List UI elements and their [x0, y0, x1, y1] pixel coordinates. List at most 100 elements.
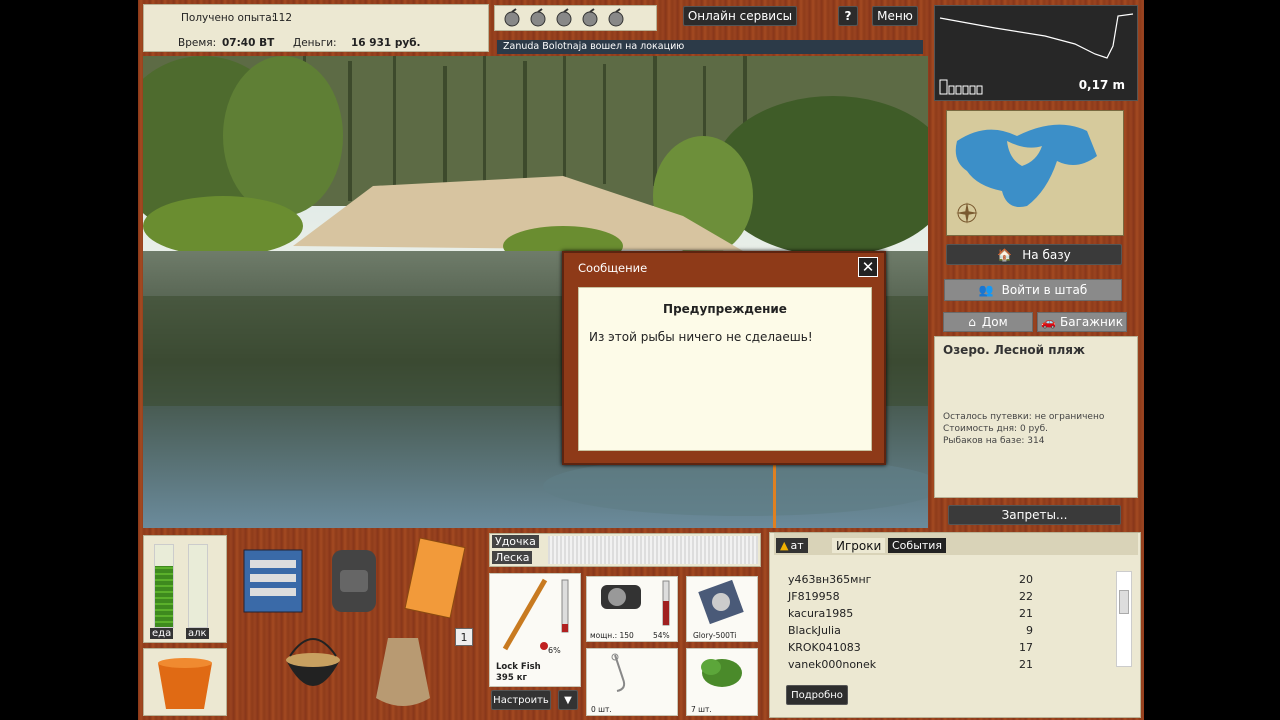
rod-name: Lock Fish	[496, 662, 541, 672]
home-icon: ⌂	[968, 315, 976, 329]
reel-icon	[601, 580, 670, 626]
bait-card[interactable]: 7 шт.	[686, 648, 758, 716]
player-name: KROK041083	[788, 641, 861, 654]
bait-herb-icon	[701, 659, 742, 687]
fishing-line	[773, 465, 776, 528]
player-name: JF819958	[788, 590, 840, 603]
player-name: у463вн365мнг	[788, 573, 872, 586]
bucket-icon	[158, 658, 212, 709]
people-icon: 👥	[978, 283, 994, 297]
details-button[interactable]: Подробно	[786, 685, 848, 705]
slot-number[interactable]: 1	[455, 628, 473, 646]
player-level: 22	[1019, 590, 1033, 603]
bait-count: 7 шт.	[691, 705, 712, 714]
tension-panel: Удочка Леска	[489, 533, 761, 567]
online-services-button[interactable]: Онлайн сервисы	[683, 6, 797, 26]
trunk-button[interactable]: 🚗 Багажник	[1037, 312, 1127, 332]
enter-hq-label: Войти в штаб	[1001, 283, 1088, 297]
reel-card[interactable]: мощн.: 150 54%	[586, 576, 678, 642]
fishers-count: Рыбаков на базе: 314	[943, 436, 1045, 446]
player-row[interactable]: BlackJulia 9	[788, 624, 1033, 637]
tab-events[interactable]: События	[888, 538, 947, 553]
notebook-icon[interactable]	[402, 537, 468, 621]
food-bar	[154, 544, 174, 628]
lake-map[interactable]	[946, 110, 1124, 236]
depth-sonar: 0,17 m	[934, 5, 1138, 101]
player-row[interactable]: у463вн365мнг 20	[788, 573, 1033, 586]
hook-icon[interactable]	[527, 8, 549, 28]
hooks-card[interactable]: 0 шт.	[586, 648, 678, 716]
exp-value: 112	[272, 12, 293, 24]
rod-weight: 395 кг	[496, 673, 527, 683]
player-level: 17	[1019, 641, 1033, 654]
bans-button[interactable]: Запреты...	[948, 505, 1121, 525]
trunk-label: Багажник	[1060, 315, 1123, 329]
line-label: Леска	[492, 551, 533, 564]
backpack-icon[interactable]	[326, 540, 382, 619]
reel-power: мощн.: 150	[590, 631, 634, 640]
depth-value: 0,17 m	[1078, 78, 1125, 92]
dialog-heading: Предупреждение	[663, 302, 787, 316]
location-title: Озеро. Лесной пляж	[943, 343, 1085, 357]
to-base-label: На базу	[1022, 247, 1071, 262]
menu-button[interactable]: Меню	[872, 6, 918, 26]
tab-chat-label: ат	[790, 539, 804, 552]
hooks-count: 0 шт.	[591, 705, 612, 714]
cauldron-icon[interactable]	[280, 626, 346, 709]
warning-icon: ▲	[780, 539, 789, 552]
hook-icon[interactable]	[605, 8, 627, 28]
dialog-text: Из этой рыбы ничего не сделаешь!	[589, 330, 813, 344]
status-bars: еда алк	[143, 535, 227, 643]
player-stats-panel: Получено опыта: 112 Время: 07:40 ВТ День…	[143, 4, 489, 52]
location-notice: Zanuda Bolotnaja вошел на локацию	[497, 40, 923, 54]
reel-percent: 54%	[653, 631, 670, 640]
line-card[interactable]: Glory-500Ti	[686, 576, 758, 642]
alc-label: алк	[186, 628, 209, 639]
player-row[interactable]: vanek000nonek 21	[788, 658, 1033, 669]
chat-panel: ▲ ат Игроки События у463вн365мнг 20 JF81995…	[769, 532, 1141, 718]
time-value: 07:40 ВТ	[222, 37, 275, 49]
dropdown-button[interactable]: ▼	[558, 690, 578, 710]
tension-bars	[548, 536, 758, 564]
day-cost: Стоимость дня: 0 руб.	[943, 424, 1048, 434]
tackle-slots	[494, 5, 657, 31]
hook-icon[interactable]	[553, 8, 575, 28]
player-row[interactable]: KROK041083 17	[788, 641, 1033, 654]
players-scrollbar[interactable]	[1116, 571, 1132, 667]
hook-icon[interactable]	[579, 8, 601, 28]
tackle-box-icon[interactable]	[240, 540, 306, 617]
player-row[interactable]: JF819958 22	[788, 590, 1033, 603]
configure-button[interactable]: Настроить	[491, 690, 551, 710]
rod-label: Удочка	[492, 535, 539, 548]
line-name: Glory-500Ti	[693, 631, 737, 640]
tab-chat[interactable]: ▲ ат	[776, 538, 808, 553]
player-name: kacura1985	[788, 607, 854, 620]
home-label: Дом	[981, 315, 1008, 329]
food-label: еда	[150, 628, 174, 639]
player-name: vanek000nonek	[788, 658, 877, 669]
help-button[interactable]: ?	[838, 6, 858, 26]
player-level: 21	[1019, 607, 1033, 620]
close-icon[interactable]: ✕	[858, 257, 878, 277]
enter-hq-button[interactable]: 👥 Войти в штаб	[944, 279, 1122, 301]
rod-percent: 6%	[548, 646, 561, 655]
chat-tabs	[774, 533, 1138, 555]
player-row[interactable]: kacura1985 21	[788, 607, 1033, 620]
home-button[interactable]: ⌂ Дом	[943, 312, 1033, 332]
player-level: 20	[1019, 573, 1033, 586]
sack-icon[interactable]	[368, 628, 438, 713]
house-icon: 🏠	[997, 247, 1013, 262]
dialog-title: Сообщение	[578, 261, 648, 275]
player-level: 21	[1019, 658, 1033, 669]
dialog-body: Предупреждение Из этой рыбы ничего не сд…	[578, 287, 872, 451]
time-label: Время:	[178, 37, 217, 49]
alc-bar	[188, 544, 208, 628]
hook-icon[interactable]	[501, 8, 523, 28]
bucket-slot[interactable]	[143, 648, 227, 716]
rod-icon	[502, 578, 569, 651]
tab-players[interactable]: Игроки	[832, 538, 886, 553]
player-name: BlackJulia	[788, 624, 841, 637]
to-base-button[interactable]: 🏠 На базу	[946, 244, 1122, 265]
money-value: 16 931 руб.	[351, 37, 421, 49]
rod-card[interactable]: 6% Lock Fish 395 кг	[489, 573, 581, 687]
